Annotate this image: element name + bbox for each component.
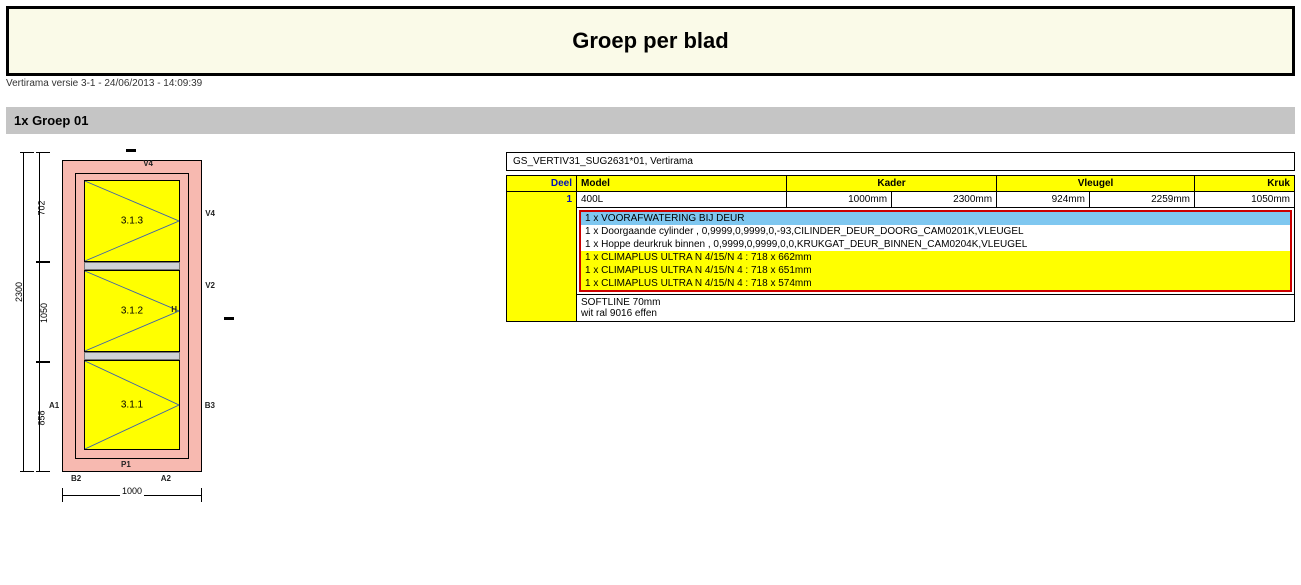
label-v4: V4 xyxy=(205,209,215,218)
tick-top-icon: ▬ xyxy=(126,144,136,155)
dim-width: 1000 xyxy=(62,488,202,502)
cell-vleugel-w: 924mm xyxy=(997,192,1090,208)
cell-kader-h: 2300mm xyxy=(892,192,997,208)
detail-line-1: 1 x VOORAFWATERING BIJ DEUR xyxy=(581,212,1290,225)
label-a1: A1 xyxy=(49,401,59,410)
page-title: Groep per blad xyxy=(572,28,728,54)
spec-column: GS_VERTIV31_SUG2631*01, Vertirama Deel M… xyxy=(506,152,1295,532)
panel-mid: 3.1.2 H xyxy=(84,270,180,352)
dim-seg-bot: 858 xyxy=(37,410,47,425)
dim-seg-mid: 1050 xyxy=(39,303,49,323)
footer-line-1: SOFTLINE 70mm xyxy=(581,297,1290,308)
col-vleugel: Vleugel xyxy=(997,176,1195,192)
label-v2: V2 xyxy=(205,281,215,290)
col-kader: Kader xyxy=(787,176,997,192)
detail-line-5: 1 x CLIMAPLUS ULTRA N 4/15/N 4 : 718 x 6… xyxy=(581,264,1290,277)
panel-bot-label: 3.1.1 xyxy=(121,400,143,411)
info-line: GS_VERTIV31_SUG2631*01, Vertirama xyxy=(506,152,1295,171)
panel-mid-label: 3.1.2 xyxy=(121,306,143,317)
tick-right-icon: ▬ xyxy=(224,312,234,323)
title-banner: Groep per blad xyxy=(6,6,1295,76)
panel-bot: 3.1.1 xyxy=(84,360,180,450)
cell-kruk: 1050mm xyxy=(1195,192,1295,208)
drawing: ▬ 2300 702 1050 858 V4 V2 V4 A1 xyxy=(6,152,246,532)
label-a2: A2 xyxy=(161,474,171,483)
row-number: 1 xyxy=(507,192,577,322)
col-deel: Deel xyxy=(507,176,577,192)
panel-top-label: 3.1.3 xyxy=(121,216,143,227)
label-p1: P1 xyxy=(121,460,131,469)
label-b3: B3 xyxy=(205,401,215,410)
detail-line-4: 1 x CLIMAPLUS ULTRA N 4/15/N 4 : 718 x 6… xyxy=(581,251,1290,264)
dim-segments: 702 1050 858 xyxy=(36,152,50,472)
version-line: Vertirama versie 3-1 - 24/06/2013 - 14:0… xyxy=(6,78,1295,89)
content-row: ▬ 2300 702 1050 858 V4 V2 V4 A1 xyxy=(6,152,1295,532)
data-row: 1 400L 1000mm 2300mm 924mm 2259mm 1050mm xyxy=(507,192,1295,208)
frame-inner: 3.1.3 3.1.2 H 3. xyxy=(75,173,189,459)
dim-total-height: 2300 xyxy=(20,152,34,472)
label-v4b: V4 xyxy=(143,159,153,168)
cell-kader-w: 1000mm xyxy=(787,192,892,208)
dim-seg-top: 702 xyxy=(37,200,47,215)
detail-line-3: 1 x Hoppe deurkruk binnen , 0,9999,0,999… xyxy=(581,238,1290,251)
mullion-2 xyxy=(84,352,180,360)
label-h: H xyxy=(171,305,177,314)
panel-top: 3.1.3 xyxy=(84,180,180,262)
label-b2: B2 xyxy=(71,474,81,483)
col-model: Model xyxy=(577,176,787,192)
cell-model: 400L xyxy=(577,192,787,208)
detail-line-2: 1 x Doorgaande cylinder , 0,9999,0,9999,… xyxy=(581,225,1290,238)
detail-box: 1 x VOORAFWATERING BIJ DEUR 1 x Doorgaan… xyxy=(579,210,1292,292)
footer-row: SOFTLINE 70mm wit ral 9016 effen xyxy=(507,295,1295,322)
footer-line-2: wit ral 9016 effen xyxy=(581,308,1290,319)
spec-table: Deel Model Kader Vleugel Kruk 1 400L 100… xyxy=(506,175,1295,322)
detail-row: 1 x VOORAFWATERING BIJ DEUR 1 x Doorgaan… xyxy=(507,208,1295,295)
dim-width-label: 1000 xyxy=(120,486,144,496)
cell-vleugel-h: 2259mm xyxy=(1089,192,1194,208)
header-row: Deel Model Kader Vleugel Kruk xyxy=(507,176,1295,192)
mullion-1 xyxy=(84,262,180,270)
drawing-column: ▬ 2300 702 1050 858 V4 V2 V4 A1 xyxy=(6,152,506,532)
group-header: 1x Groep 01 xyxy=(6,107,1295,134)
frame-outer: V4 V2 V4 A1 B3 B2 A2 P1 3.1.3 xyxy=(62,160,202,472)
dim-total-height-label: 2300 xyxy=(14,282,24,302)
detail-line-6: 1 x CLIMAPLUS ULTRA N 4/15/N 4 : 718 x 5… xyxy=(581,277,1290,290)
col-kruk: Kruk xyxy=(1195,176,1295,192)
